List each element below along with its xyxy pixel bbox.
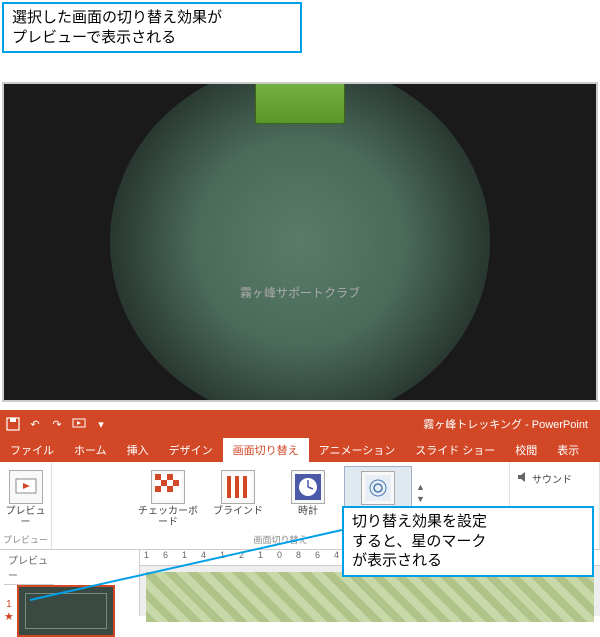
redo-icon[interactable]: ↷ xyxy=(48,415,66,433)
tab-slideshow[interactable]: スライド ショー xyxy=(405,438,505,462)
ripple-icon xyxy=(361,471,395,505)
blinds-icon xyxy=(221,470,255,504)
ornament-icon xyxy=(466,84,546,184)
save-icon[interactable] xyxy=(4,415,22,433)
transition-star-icon: ★ xyxy=(4,610,14,623)
tab-file[interactable]: ファイル xyxy=(0,438,64,462)
ornament-icon xyxy=(466,300,546,400)
callout-preview-explanation: 選択した画面の切り替え効果が プレビューで表示される xyxy=(2,2,302,53)
undo-icon[interactable]: ↶ xyxy=(26,415,44,433)
slideshow-icon[interactable] xyxy=(70,415,88,433)
slide-title-badge xyxy=(255,82,345,124)
slide-canvas[interactable] xyxy=(146,572,594,622)
preview-icon xyxy=(9,470,43,504)
tab-home[interactable]: ホーム xyxy=(64,438,117,462)
group-label-preview: プレビュー xyxy=(2,532,49,547)
clock-icon xyxy=(291,470,325,504)
qat-dropdown-icon[interactable]: ▾ xyxy=(92,415,110,433)
transition-label: チェッカーボード xyxy=(136,506,200,528)
slide-number: 1 xyxy=(6,599,12,610)
checkerboard-icon xyxy=(151,470,185,504)
gallery-down-icon[interactable]: ▼ xyxy=(416,494,425,504)
tab-animations[interactable]: アニメーション xyxy=(309,438,406,462)
preview-button[interactable]: プレビュー xyxy=(2,466,50,532)
slide-thumbnails: プレビュー 1 ★ xyxy=(0,550,140,616)
tab-design[interactable]: デザイン xyxy=(159,438,223,462)
tab-transitions[interactable]: 画面切り替え xyxy=(223,438,309,462)
transition-preview-screenshot: 霧ヶ峰サポートクラブ xyxy=(2,82,598,402)
transition-checkerboard[interactable]: チェッカーボード xyxy=(134,466,202,532)
transition-blinds[interactable]: ブラインド xyxy=(204,466,272,532)
transition-label: ブラインド xyxy=(213,506,263,517)
transition-label: 時計 xyxy=(298,506,318,517)
preview-pane-label: プレビュー xyxy=(4,550,54,585)
sound-label: サウンド xyxy=(532,471,572,486)
sound-dropdown[interactable]: サウンド xyxy=(512,466,576,491)
tab-view[interactable]: 表示 xyxy=(547,438,589,462)
quick-access-toolbar: ↶ ↷ ▾ 霧ヶ峰トレッキング - PowerPoint xyxy=(0,410,600,438)
slide-subtitle: 霧ヶ峰サポートクラブ xyxy=(240,284,360,301)
sound-icon xyxy=(516,470,530,487)
tab-review[interactable]: 校閲 xyxy=(505,438,547,462)
slide-thumbnail-1[interactable] xyxy=(17,585,115,637)
gallery-up-icon[interactable]: ▲ xyxy=(416,482,425,492)
callout-star-explanation: 切り替え効果を設定 すると、星のマーク が表示される xyxy=(342,506,594,577)
ornament-icon xyxy=(54,300,134,400)
ornament-icon xyxy=(54,84,134,184)
ribbon-tabs: ファイル ホーム 挿入 デザイン 画面切り替え アニメーション スライド ショー… xyxy=(0,438,600,462)
tab-insert[interactable]: 挿入 xyxy=(117,438,159,462)
transition-clock[interactable]: 時計 xyxy=(274,466,342,532)
preview-button-label: プレビュー xyxy=(4,506,48,528)
window-title: 霧ヶ峰トレッキング - PowerPoint xyxy=(423,416,588,432)
